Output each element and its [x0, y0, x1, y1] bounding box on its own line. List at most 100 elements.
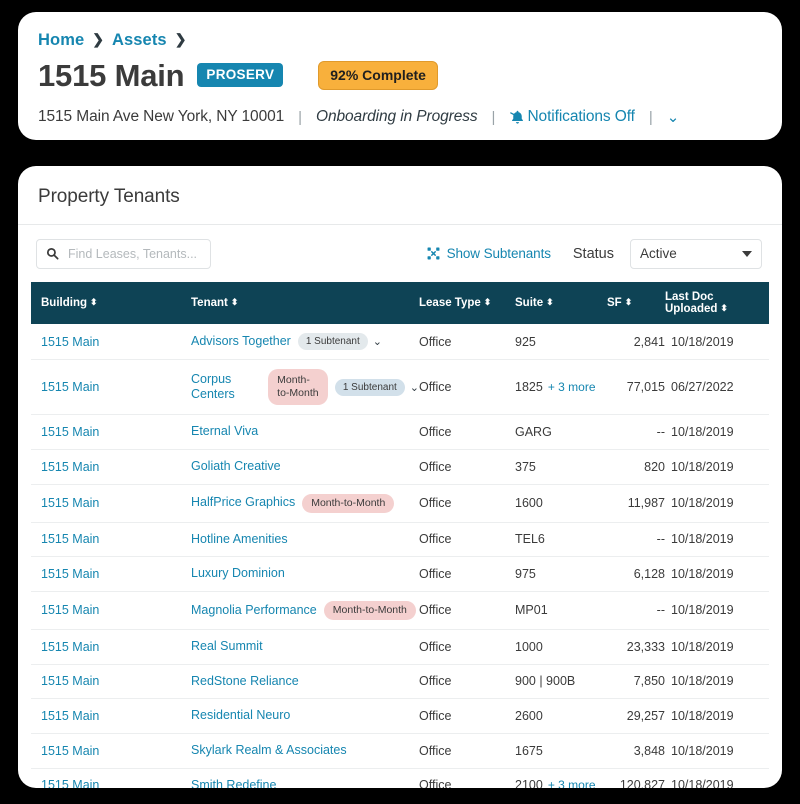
- cell-lease-type: Office: [419, 664, 515, 700]
- page-title: 1515 Main: [38, 57, 185, 93]
- tenant-link[interactable]: Magnolia Performance: [191, 603, 317, 619]
- suite-value: 1675: [515, 743, 543, 758]
- column-header-tenant-label: Tenant: [191, 297, 228, 309]
- tenant-link[interactable]: Hotline Amenities: [191, 532, 288, 548]
- column-header-lease-type-label: Lease Type: [419, 297, 481, 309]
- tenant-link[interactable]: Real Summit: [191, 639, 263, 655]
- tenant-link[interactable]: Advisors Together: [191, 334, 291, 350]
- building-link[interactable]: 1515 Main: [41, 709, 99, 723]
- column-header-building-label: Building: [41, 297, 87, 309]
- tenant-link[interactable]: Eternal Viva: [191, 424, 258, 440]
- suite-more-link[interactable]: + 3 more: [548, 380, 596, 394]
- table-row[interactable]: 1515 Main Hotline Amenities Office TEL6 -- 10…: [31, 522, 769, 558]
- cell-lease-type: Office: [419, 768, 515, 788]
- breadcrumb-item-home[interactable]: Home: [38, 31, 84, 50]
- building-link[interactable]: 1515 Main: [41, 778, 99, 788]
- suite-value: 1000: [515, 639, 543, 654]
- cell-tenant: Hotline Amenities: [191, 522, 419, 558]
- column-header-tenant[interactable]: Tenant ⬍: [191, 282, 419, 324]
- badge-subtenant-count[interactable]: 1 Subtenant: [297, 333, 368, 350]
- table-row[interactable]: 1515 Main Corpus Centers Month-to-Month 1 S…: [31, 359, 769, 416]
- badge-month-to-month: Month-to-Month: [302, 493, 395, 513]
- table-row[interactable]: 1515 Main Advisors Together 1 Subtenant ⌄ Of…: [31, 324, 769, 360]
- tenants-table: Building ⬍ Tenant ⬍ Lease Type ⬍ Suite ⬍ SF ⬍: [31, 282, 769, 788]
- column-header-suite[interactable]: Suite ⬍: [515, 282, 607, 324]
- table-row[interactable]: 1515 Main RedStone Reliance Office 900 | 90…: [31, 664, 769, 700]
- table-row[interactable]: 1515 Main Luxury Dominion Office 975 6,128 10…: [31, 556, 769, 592]
- notifications-toggle[interactable]: Notifications Off: [509, 108, 635, 126]
- property-tenants-card: Property Tenants Find Leases, Tenants...…: [18, 166, 782, 788]
- building-link[interactable]: 1515 Main: [41, 425, 99, 439]
- chevron-down-icon[interactable]: ⌄: [667, 108, 680, 126]
- table-row[interactable]: 1515 Main Magnolia Performance Month-to-Mo…: [31, 591, 769, 631]
- building-link[interactable]: 1515 Main: [41, 640, 99, 654]
- search-box[interactable]: [36, 238, 211, 269]
- column-header-building[interactable]: Building ⬍: [31, 282, 191, 324]
- tenant-link[interactable]: Luxury Dominion: [191, 566, 285, 582]
- column-header-last-doc-uploaded[interactable]: Last Doc Uploaded ⬍: [665, 282, 769, 324]
- sort-icon[interactable]: ⬍: [90, 298, 98, 307]
- sort-icon[interactable]: ⬍: [720, 304, 728, 313]
- suite-value: 2600: [515, 709, 543, 724]
- column-header-lease-type[interactable]: Lease Type ⬍: [419, 282, 515, 324]
- cell-square-feet: --: [607, 591, 665, 631]
- sort-icon[interactable]: ⬍: [546, 298, 554, 307]
- tenant-link[interactable]: Corpus Centers: [191, 372, 261, 403]
- tenant-link[interactable]: HalfPrice Graphics: [191, 495, 295, 511]
- suite-value: 900 | 900B: [515, 674, 576, 689]
- cell-tenant: Magnolia Performance Month-to-Month: [191, 591, 419, 631]
- tenant-cell: HalfPrice Graphics Month-to-Month: [191, 493, 419, 513]
- cell-suite: 925: [515, 324, 607, 360]
- tenant-link[interactable]: RedStone Reliance: [191, 674, 299, 690]
- show-subtenants-button[interactable]: Show Subtenants: [427, 246, 551, 261]
- breadcrumb-item-assets[interactable]: Assets: [112, 31, 167, 50]
- badge-month-to-month: Month-to-Month: [268, 369, 328, 406]
- tenant-link[interactable]: Skylark Realm & Associates: [191, 743, 347, 759]
- cell-square-feet: 2,841: [607, 324, 665, 360]
- cell-last-doc-uploaded: 10/18/2019: [665, 449, 769, 485]
- tenant-link[interactable]: Goliath Creative: [191, 459, 281, 475]
- cell-last-doc-uploaded: 10/18/2019: [665, 522, 769, 558]
- tenant-link[interactable]: Smith Redefine: [191, 778, 276, 789]
- building-link[interactable]: 1515 Main: [41, 380, 99, 394]
- column-header-sf[interactable]: SF ⬍: [607, 282, 665, 324]
- tenant-link[interactable]: Residential Neuro: [191, 708, 290, 724]
- building-link[interactable]: 1515 Main: [41, 335, 99, 349]
- suite-value: GARG: [515, 425, 552, 440]
- chevron-down-icon[interactable]: ⌄: [410, 381, 419, 394]
- tenant-cell: Advisors Together 1 Subtenant ⌄: [191, 333, 419, 350]
- cell-last-doc-uploaded: 10/18/2019: [665, 664, 769, 700]
- building-link[interactable]: 1515 Main: [41, 674, 99, 688]
- building-link[interactable]: 1515 Main: [41, 532, 99, 546]
- table-row[interactable]: 1515 Main Eternal Viva Office GARG -- 10/18/2…: [31, 414, 769, 450]
- cell-last-doc-uploaded: 10/18/2019: [665, 629, 769, 665]
- cell-suite: TEL6: [515, 522, 607, 558]
- building-link[interactable]: 1515 Main: [41, 744, 99, 758]
- tenant-cell: Goliath Creative: [191, 459, 419, 475]
- tenant-cell: Residential Neuro: [191, 708, 419, 724]
- status-filter-select[interactable]: Active: [630, 238, 762, 269]
- cell-tenant: Advisors Together 1 Subtenant ⌄: [191, 324, 419, 360]
- building-link[interactable]: 1515 Main: [41, 603, 99, 617]
- cell-building: 1515 Main: [31, 733, 191, 769]
- table-row[interactable]: 1515 Main Goliath Creative Office 375 820 10/…: [31, 449, 769, 485]
- search-input[interactable]: [66, 245, 198, 262]
- table-row[interactable]: 1515 Main HalfPrice Graphics Month-to-Mont…: [31, 484, 769, 523]
- chevron-down-icon[interactable]: ⌄: [373, 335, 382, 348]
- tenant-cell: Real Summit: [191, 639, 419, 655]
- building-link[interactable]: 1515 Main: [41, 460, 99, 474]
- tenant-cell: Smith Redefine: [191, 778, 419, 789]
- sort-icon[interactable]: ⬍: [231, 298, 239, 307]
- status-badge-completion: 92% Complete: [318, 60, 438, 90]
- building-link[interactable]: 1515 Main: [41, 567, 99, 581]
- table-row[interactable]: 1515 Main Real Summit Office 1000 23,333 10/1…: [31, 629, 769, 665]
- suite-more-link[interactable]: + 3 more: [548, 778, 596, 788]
- table-row[interactable]: 1515 Main Residential Neuro Office 2600 29,2…: [31, 698, 769, 734]
- cell-building: 1515 Main: [31, 698, 191, 734]
- sort-icon[interactable]: ⬍: [625, 298, 633, 307]
- sort-icon[interactable]: ⬍: [484, 298, 492, 307]
- badge-subtenant-count[interactable]: 1 Subtenant: [334, 378, 405, 396]
- building-link[interactable]: 1515 Main: [41, 496, 99, 510]
- table-row[interactable]: 1515 Main Smith Redefine Office 2100 + 3 mor…: [31, 768, 769, 788]
- table-row[interactable]: 1515 Main Skylark Realm & Associates Offic…: [31, 733, 769, 769]
